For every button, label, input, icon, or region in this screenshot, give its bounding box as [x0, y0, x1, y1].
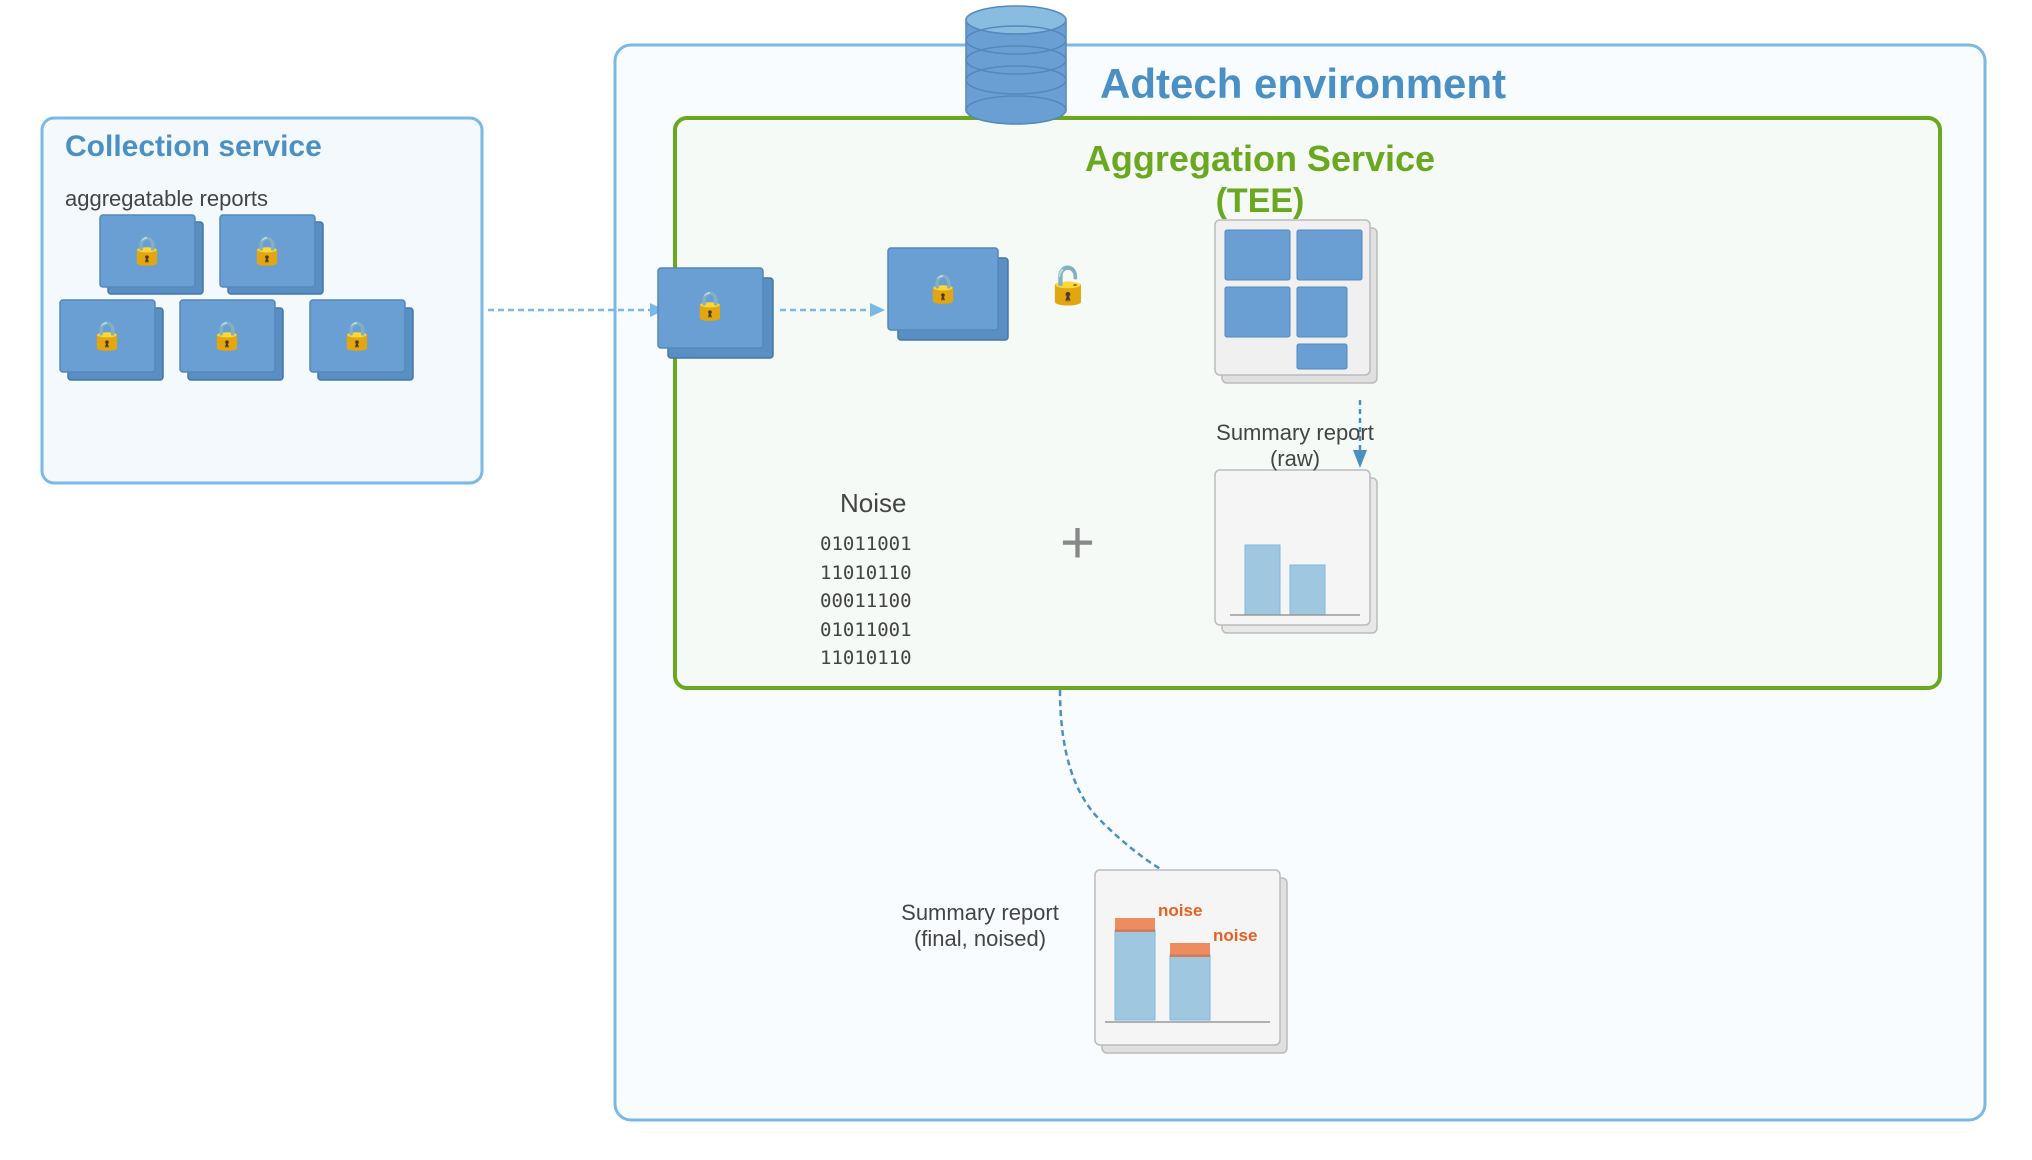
- svg-text:🔒: 🔒: [340, 320, 375, 352]
- collection-service-title: Collection service: [65, 130, 322, 164]
- svg-text:🔒: 🔒: [926, 273, 961, 305]
- aggregation-service-sublabel: (TEE): [1060, 182, 1460, 221]
- svg-text:🔒: 🔒: [210, 320, 245, 352]
- diagram-svg: 🔒 🔒 🔒 🔒 🔒 🔒 🔒 🔓: [0, 0, 2032, 1160]
- aggregatable-reports-label: aggregatable reports: [65, 186, 268, 212]
- svg-text:🔒: 🔒: [130, 235, 165, 267]
- summary-report-raw-label: Summary report (raw): [1210, 420, 1380, 472]
- aggregation-service-title: Aggregation Service: [1060, 138, 1460, 180]
- diagram-container: 🔒 🔒 🔒 🔒 🔒 🔒 🔒 🔓: [0, 0, 2032, 1160]
- summary-report-final-label: Summary report (final, noised): [880, 900, 1080, 952]
- noise-title: Noise: [840, 488, 906, 519]
- svg-text:🔒: 🔒: [90, 320, 125, 352]
- plus-symbol: +: [1060, 508, 1095, 577]
- svg-text:🔒: 🔒: [693, 290, 728, 322]
- svg-text:noise: noise: [1213, 926, 1257, 945]
- svg-text:🔒: 🔒: [250, 235, 285, 267]
- svg-text:noise: noise: [1158, 901, 1202, 920]
- adtech-env-title: Adtech environment: [1100, 60, 1506, 108]
- svg-text:🔓: 🔓: [1046, 265, 1091, 306]
- noise-binary: 01011001 11010110 00011100 01011001 1101…: [820, 530, 912, 673]
